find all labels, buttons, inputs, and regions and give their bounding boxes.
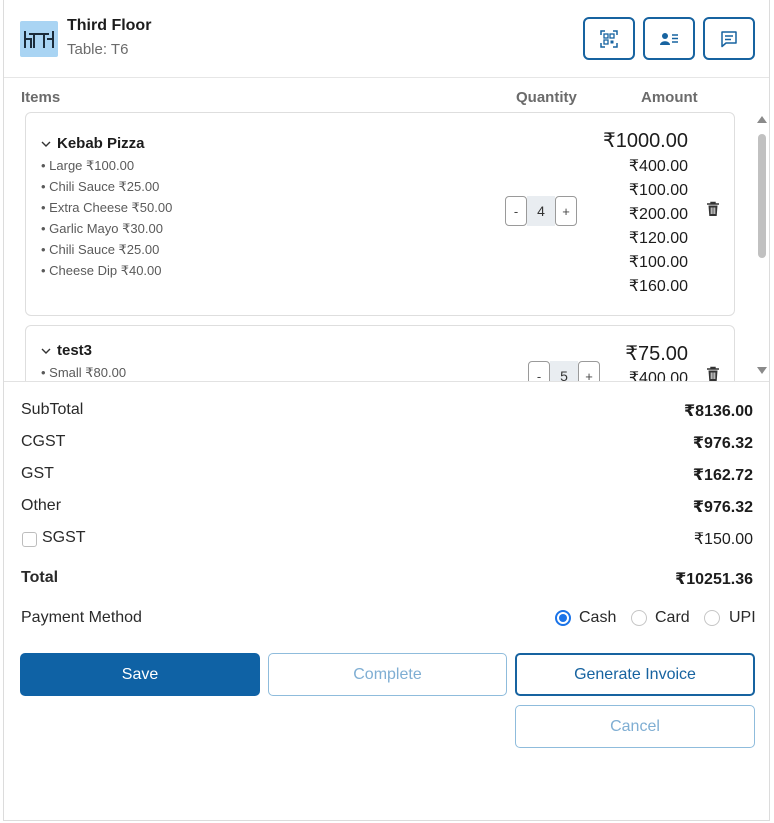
save-button[interactable]: Save — [20, 653, 260, 696]
addon-amount: ₹120.00 — [628, 230, 688, 247]
total-label: Total — [21, 569, 59, 586]
chevron-down-icon — [41, 348, 51, 354]
order-header: Third Floor Table: T6 — [4, 0, 769, 78]
total-value: ₹10251.36 — [675, 571, 753, 588]
qr-code-icon — [600, 29, 618, 48]
addon-item: • Large ₹100.00 — [41, 158, 135, 173]
item-header[interactable]: test3 — [41, 342, 92, 359]
addon-amount: ₹100.00 — [628, 182, 688, 199]
other-label: Other — [21, 497, 62, 514]
item-name: test3 — [57, 342, 93, 359]
order-item-card: Kebab Pizza • Large ₹100.00 • Chili Sauc… — [25, 112, 735, 316]
chat-button[interactable] — [703, 17, 755, 60]
payment-upi-radio[interactable] — [704, 610, 720, 626]
item-amount: ₹1000.00 — [602, 130, 688, 152]
addon-item: • Chili Sauce ₹25.00 — [41, 242, 160, 257]
item-name: Kebab Pizza — [57, 135, 145, 152]
scrollbar-thumb[interactable] — [758, 134, 766, 258]
sgst-checkbox[interactable] — [22, 532, 37, 547]
addon-amount: ₹200.00 — [628, 206, 688, 223]
other-value: ₹976.32 — [692, 499, 753, 516]
payment-upi-label[interactable]: UPI — [729, 609, 756, 627]
table-number: Table: T6 — [67, 41, 129, 58]
floor-name: Third Floor — [67, 17, 152, 34]
addon-item: • Garlic Mayo ₹30.00 — [41, 221, 163, 236]
payment-method-label: Payment Method — [21, 609, 142, 626]
addon-amount: ₹400.00 — [628, 370, 688, 382]
quantity-stepper: - 5 + — [528, 361, 600, 381]
items-scrollbar[interactable] — [756, 112, 768, 380]
gst-value: ₹162.72 — [692, 467, 753, 484]
qr-code-button[interactable] — [583, 17, 635, 60]
quantity-stepper: - 4 + — [505, 196, 577, 226]
customer-button[interactable] — [643, 17, 695, 60]
order-panel: Third Floor Table: T6 Items Quantity Amo… — [3, 0, 770, 821]
increase-quantity-button[interactable]: + — [578, 361, 600, 381]
sgst-value: ₹150.00 — [693, 531, 753, 548]
column-header-quantity: Quantity — [516, 89, 577, 106]
decrease-quantity-button[interactable]: - — [528, 361, 550, 381]
payment-card-label[interactable]: Card — [655, 609, 690, 627]
addon-item: • Extra Cheese ₹50.00 — [41, 200, 173, 215]
customer-card-icon — [660, 32, 678, 45]
column-header-amount: Amount — [641, 89, 698, 106]
payment-card-radio[interactable] — [631, 610, 647, 626]
quantity-value: 5 — [550, 361, 578, 381]
addon-item: • Small ₹80.00 — [41, 365, 127, 380]
decrease-quantity-button[interactable]: - — [505, 196, 527, 226]
chevron-down-icon — [41, 141, 51, 147]
payment-cash-label[interactable]: Cash — [579, 609, 616, 627]
subtotal-label: SubTotal — [21, 401, 84, 418]
addon-amount: ₹160.00 — [628, 278, 688, 295]
scroll-up-arrow-icon[interactable] — [757, 116, 767, 123]
order-item-card: test3 • Small ₹80.00 - 5 + ₹75.00 ₹400.0… — [25, 325, 735, 382]
complete-button[interactable]: Complete — [268, 653, 507, 696]
addon-amount: ₹400.00 — [628, 158, 688, 175]
scroll-down-arrow-icon[interactable] — [757, 367, 767, 374]
sgst-label: SGST — [42, 529, 86, 546]
chat-icon — [721, 30, 737, 47]
increase-quantity-button[interactable]: + — [555, 196, 577, 226]
payment-cash-radio[interactable] — [555, 610, 571, 626]
cancel-button[interactable]: Cancel — [515, 705, 755, 748]
trash-icon[interactable] — [706, 366, 720, 382]
cgst-label: CGST — [21, 433, 66, 450]
table-icon — [20, 21, 58, 57]
addon-item: • Chili Sauce ₹25.00 — [41, 179, 160, 194]
item-header[interactable]: Kebab Pizza — [41, 135, 145, 152]
quantity-value: 4 — [527, 196, 555, 226]
item-amount: ₹75.00 — [625, 343, 688, 365]
addon-item: • Cheese Dip ₹40.00 — [41, 263, 162, 278]
column-header-items: Items — [21, 89, 61, 106]
cgst-value: ₹976.32 — [692, 435, 753, 452]
subtotal-value: ₹8136.00 — [684, 403, 753, 420]
addon-amount: ₹100.00 — [628, 254, 688, 271]
trash-icon[interactable] — [706, 201, 720, 217]
gst-label: GST — [21, 465, 54, 482]
generate-invoice-button[interactable]: Generate Invoice — [515, 653, 755, 696]
order-items-list[interactable]: Kebab Pizza • Large ₹100.00 • Chili Sauc… — [4, 110, 769, 382]
